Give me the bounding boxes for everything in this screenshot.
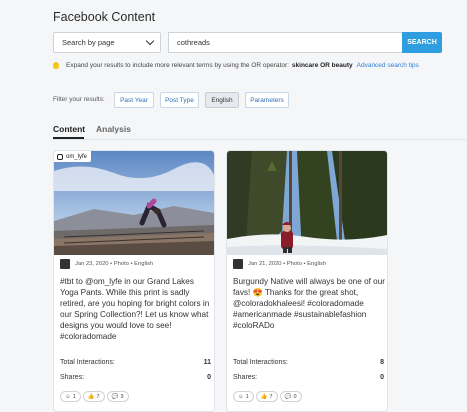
filter-english[interactable]: English xyxy=(205,92,239,108)
reaction-count: 0 xyxy=(293,393,297,400)
thumbs-up-icon: 👍 xyxy=(87,393,95,400)
post-photo[interactable]: om_lyfe xyxy=(54,151,214,255)
post-card[interactable]: om_lyfe Jan 23, 2020 • Photo • English #… xyxy=(53,150,215,412)
reactions: ☺ 1 👍 7 💬 3 xyxy=(60,391,129,402)
tab-analysis[interactable]: Analysis xyxy=(96,124,131,134)
reaction-pill[interactable]: ☺ 1 xyxy=(60,391,81,402)
reaction-count: 7 xyxy=(96,393,100,400)
filter-parameters[interactable]: Parameters xyxy=(245,92,289,108)
reactions: ☺ 1 👍 7 💬 0 xyxy=(233,391,302,402)
post-text: #tbt to @om_lyfe in our Grand Lakes Yoga… xyxy=(60,277,210,342)
page-avatar xyxy=(233,259,243,269)
page-avatar xyxy=(60,259,70,269)
shares-value: 0 xyxy=(207,374,211,381)
instagram-icon xyxy=(57,153,63,160)
post-text: Burgundy Native will always be one of ou… xyxy=(233,277,386,331)
search-query: cothreads xyxy=(177,38,210,47)
filter-label: Filter your results: xyxy=(53,96,105,103)
total-interactions-value: 8 xyxy=(380,359,384,366)
filter-post-type[interactable]: Post Type xyxy=(160,92,199,108)
comment-icon: 💬 xyxy=(284,393,292,400)
total-interactions-label: Total Interactions: xyxy=(60,359,115,366)
filter-past-year[interactable]: Past Year xyxy=(114,92,154,108)
reaction-count: 3 xyxy=(120,393,124,400)
thumbs-up-icon: 👍 xyxy=(260,393,268,400)
search-button[interactable]: SEARCH xyxy=(402,32,442,53)
reaction-count: 1 xyxy=(245,393,249,400)
shares-label: Shares: xyxy=(233,374,258,381)
tip-example: skincare OR beauty xyxy=(291,62,353,69)
reaction-count: 7 xyxy=(269,393,273,400)
search-mode-value: Search by page xyxy=(62,38,115,47)
total-interactions-value: 11 xyxy=(203,359,211,366)
reaction-pill[interactable]: 💬 0 xyxy=(279,391,302,402)
post-photo[interactable] xyxy=(227,151,387,255)
total-interactions-label: Total Interactions: xyxy=(233,359,288,366)
search-tip: Expand your results to include more rele… xyxy=(53,62,419,69)
search-mode-select[interactable]: Search by page xyxy=(53,32,161,53)
lightbulb-icon xyxy=(53,62,59,69)
shares: Shares: 0 xyxy=(60,374,211,381)
reaction-pill[interactable]: ☺ 1 xyxy=(233,391,254,402)
advanced-search-tips-link[interactable]: Advanced search tips xyxy=(357,62,419,69)
shares-value: 0 xyxy=(380,374,384,381)
tab-divider xyxy=(53,139,467,140)
forest-snow-photo xyxy=(227,151,387,255)
emoji-icon: ☺ xyxy=(238,393,244,400)
chevron-down-icon xyxy=(145,36,155,46)
post-meta-text: Jan 21, 2020 • Photo • English xyxy=(248,261,327,267)
tab-content[interactable]: Content xyxy=(53,124,85,134)
shares: Shares: 0 xyxy=(233,374,384,381)
total-interactions: Total Interactions: 8 xyxy=(233,359,384,366)
mountain-yoga-photo xyxy=(54,151,214,255)
post-meta-text: Jan 23, 2020 • Photo • English xyxy=(75,261,154,267)
total-interactions: Total Interactions: 11 xyxy=(60,359,211,366)
post-card[interactable]: Jan 21, 2020 • Photo • English Burgundy … xyxy=(226,150,388,412)
handle-text: om_lyfe xyxy=(66,153,88,160)
shares-label: Shares: xyxy=(60,374,85,381)
search-input[interactable]: cothreads xyxy=(168,32,402,53)
post-meta: Jan 23, 2020 • Photo • English xyxy=(60,259,153,269)
reaction-pill[interactable]: 💬 3 xyxy=(106,391,129,402)
emoji-icon: ☺ xyxy=(65,393,71,400)
post-handle: om_lyfe xyxy=(54,151,92,162)
page-title: Facebook Content xyxy=(53,10,156,24)
comment-icon: 💬 xyxy=(111,393,119,400)
reaction-pill[interactable]: 👍 7 xyxy=(82,391,105,402)
post-meta: Jan 21, 2020 • Photo • English xyxy=(233,259,326,269)
tip-text: Expand your results to include more rele… xyxy=(66,62,289,69)
reaction-count: 1 xyxy=(72,393,76,400)
reaction-pill[interactable]: 👍 7 xyxy=(255,391,278,402)
